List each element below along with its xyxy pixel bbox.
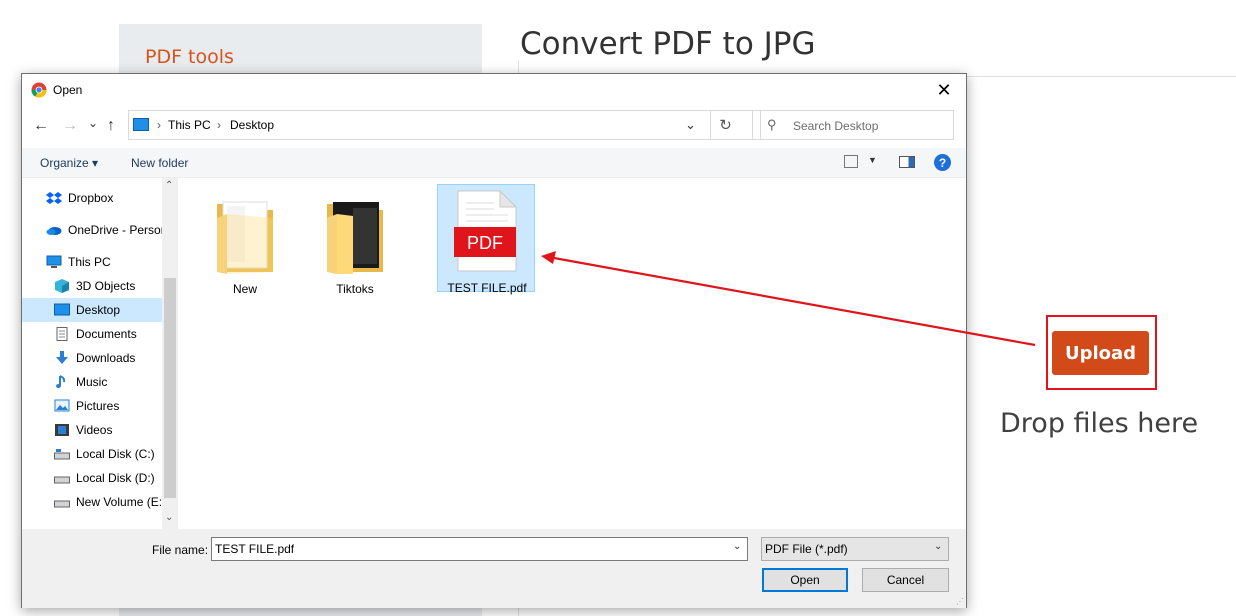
pictures-icon (54, 399, 70, 412)
drive-icon (54, 500, 70, 508)
chevron-up-icon[interactable]: ⌃ (165, 180, 173, 191)
sidebar-item-local-disk-d[interactable]: Local Disk (D:) (22, 466, 177, 490)
pc-icon (46, 255, 62, 268)
preview-pane-icon[interactable] (899, 156, 915, 168)
sidebar-item-label: Local Disk (C:) (76, 447, 155, 461)
file-item-new[interactable]: New (196, 186, 294, 296)
sidebar-item-label: Music (76, 375, 108, 389)
sidebar-item-label: Desktop (76, 303, 121, 317)
navigation-pane: Dropbox OneDrive - Person This PC 3D Obj… (22, 178, 177, 529)
sidebar-item-label: Documents (76, 327, 137, 341)
navigation-scrollbar[interactable]: ⌃ ⌄ (162, 178, 178, 529)
page-title: Convert PDF to JPG (520, 26, 816, 62)
sidebar-item-label: 3D Objects (76, 279, 136, 293)
sidebar-item-label: Downloads (76, 351, 136, 365)
sidebar-item-music[interactable]: Music (22, 370, 177, 394)
organize-menu[interactable]: Organize ▾ (40, 156, 98, 170)
drive-icon (54, 449, 70, 460)
dialog-toolbar: Organize ▾ New folder ▼ ? (22, 148, 966, 178)
sidebar-item-label: New Volume (E:) (76, 495, 167, 509)
chevron-down-icon[interactable]: ⌄ (733, 541, 741, 552)
sidebar-item-label: Dropbox (68, 191, 114, 205)
close-icon[interactable]: ✕ (922, 74, 966, 106)
sidebar-item-local-disk-c[interactable]: Local Disk (C:) (22, 442, 177, 466)
folder-icon (217, 201, 273, 274)
music-icon (56, 375, 66, 388)
sidebar-item-desktop[interactable]: Desktop (22, 298, 177, 322)
back-arrow-icon[interactable]: ← (33, 117, 49, 135)
sidebar-item-dropbox[interactable]: Dropbox (22, 186, 177, 210)
onedrive-icon (46, 227, 62, 235)
dialog-title: Open (53, 83, 83, 97)
videos-icon (55, 424, 69, 436)
crumb-separator-icon: › (217, 118, 221, 132)
dropbox-icon (46, 192, 62, 204)
search-placeholder: Search Desktop (793, 119, 879, 133)
document-icon (56, 327, 68, 341)
forward-arrow-icon[interactable]: → (62, 117, 78, 135)
recent-locations-icon[interactable]: ⌄ (88, 116, 98, 130)
sidebar-item-new-volume-e[interactable]: New Volume (E:) (22, 490, 177, 514)
file-type-select[interactable]: PDF File (*.pdf) (761, 537, 949, 561)
view-dropdown-icon[interactable]: ▼ (868, 155, 877, 165)
sidebar-item-label: This PC (68, 255, 111, 269)
chrome-icon (31, 82, 47, 98)
sidebar-item-label: Local Disk (D:) (76, 471, 155, 485)
help-icon[interactable]: ? (934, 154, 951, 171)
up-arrow-icon[interactable]: ↑ (107, 117, 115, 135)
file-name-label: Tiktoks (336, 282, 374, 296)
new-folder-button[interactable]: New folder (131, 156, 188, 170)
breadcrumb-this-pc[interactable]: This PC (168, 118, 211, 132)
view-options-icon[interactable] (844, 155, 858, 168)
dialog-footer: File name: TEST FILE.pdf ⌄ PDF File (*.p… (22, 529, 966, 608)
file-item-test-file-pdf[interactable]: PDF TEST FILE.pdf (437, 184, 535, 295)
sidebar-item-3d-objects[interactable]: 3D Objects (22, 274, 177, 298)
this-pc-icon (133, 118, 149, 131)
sidebar-title[interactable]: PDF tools (145, 46, 234, 68)
drive-icon (54, 476, 70, 484)
file-name-input[interactable]: TEST FILE.pdf (211, 537, 748, 561)
refresh-icon[interactable]: ↻ (710, 111, 740, 139)
chevron-down-icon[interactable]: ⌄ (165, 512, 173, 523)
file-name-label: New (232, 282, 257, 296)
open-button[interactable]: Open (762, 568, 848, 592)
cube-icon (55, 279, 69, 293)
folder-icon (327, 202, 383, 274)
sidebar-item-this-pc[interactable]: This PC (22, 250, 177, 274)
sidebar-item-documents[interactable]: Documents (22, 322, 177, 346)
drop-zone-text: Drop files here (1000, 408, 1199, 439)
navigation-row: ← → ⌄ ↑ › This PC › Desktop ⌄ ↻ ⚲ Search… (22, 106, 966, 146)
open-file-dialog: Open ✕ ← → ⌄ ↑ › This PC › Desktop ⌄ ↻ ⚲… (21, 73, 967, 608)
download-icon (56, 351, 68, 364)
search-icon: ⚲ (767, 117, 777, 132)
sidebar-item-videos[interactable]: Videos (22, 418, 177, 442)
dialog-titlebar[interactable]: Open ✕ (22, 74, 966, 106)
sidebar-item-label: Pictures (76, 399, 120, 413)
sidebar-item-pictures[interactable]: Pictures (22, 394, 177, 418)
crumb-separator-icon: › (157, 118, 161, 132)
scroll-thumb[interactable] (164, 278, 176, 498)
pdf-icon: PDF (454, 189, 518, 272)
file-item-tiktoks[interactable]: Tiktoks (306, 186, 404, 296)
sidebar-item-label: OneDrive - Person (68, 223, 168, 237)
upload-button[interactable]: Upload (1052, 331, 1149, 375)
file-view: New Tiktoks PDF TEST FILE.pdf (178, 178, 966, 529)
sidebar-item-onedrive[interactable]: OneDrive - Person (22, 218, 177, 242)
search-input[interactable]: ⚲ Search Desktop (752, 110, 954, 140)
address-bar[interactable]: › This PC › Desktop ⌄ ↻ (128, 110, 761, 140)
sidebar-item-downloads[interactable]: Downloads (22, 346, 177, 370)
resize-grip-icon[interactable]: ⋰ (956, 597, 964, 606)
desktop-icon (54, 303, 70, 316)
chevron-down-icon[interactable]: ⌄ (685, 117, 696, 133)
cancel-button[interactable]: Cancel (862, 568, 949, 592)
chevron-down-icon[interactable]: ⌄ (934, 541, 942, 552)
pdf-badge-text: PDF (467, 233, 503, 253)
file-name-field-label: File name: (152, 543, 209, 557)
breadcrumb-desktop[interactable]: Desktop (230, 118, 274, 132)
file-name-label: TEST FILE.pdf (447, 281, 527, 295)
sidebar-item-label: Videos (76, 423, 113, 437)
